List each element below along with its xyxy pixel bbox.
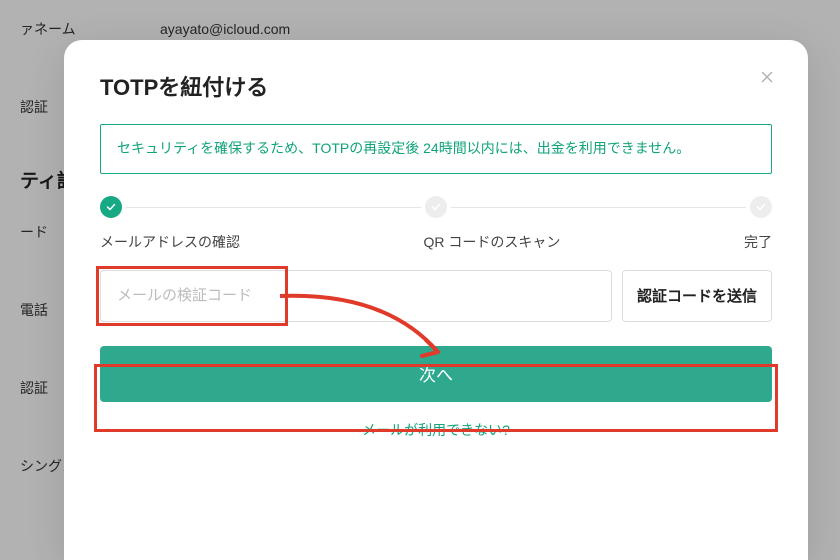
step-1-label: メールアドレスの確認 — [100, 232, 240, 252]
step-2-label: QR コードのスキャン — [240, 232, 744, 252]
step-indicator — [100, 196, 772, 218]
step-connector-2 — [451, 207, 746, 208]
step-2-circle — [425, 196, 447, 218]
security-notice: セキュリティを確保するため、TOTPの再設定後 24時間以内には、出金を利用でき… — [100, 124, 772, 174]
step-3-label: 完了 — [744, 232, 772, 252]
step-labels: メールアドレスの確認 QR コードのスキャン 完了 — [100, 232, 772, 252]
step-1 — [100, 196, 122, 218]
step-1-circle — [100, 196, 122, 218]
verification-code-input[interactable] — [100, 270, 612, 322]
code-input-row: 認証コードを送信 — [100, 270, 772, 322]
step-2 — [425, 196, 447, 218]
step-3-circle — [750, 196, 772, 218]
totp-link-modal: TOTPを紐付ける セキュリティを確保するため、TOTPの再設定後 24時間以内… — [64, 40, 808, 560]
modal-title: TOTPを紐付ける — [100, 70, 772, 102]
next-button[interactable]: 次へ — [100, 346, 772, 402]
cant-use-email-link[interactable]: メールが利用できない? — [100, 420, 772, 440]
step-3 — [750, 196, 772, 218]
send-code-button[interactable]: 認証コードを送信 — [622, 270, 772, 322]
close-button[interactable] — [758, 68, 778, 88]
step-connector-1 — [126, 207, 421, 208]
